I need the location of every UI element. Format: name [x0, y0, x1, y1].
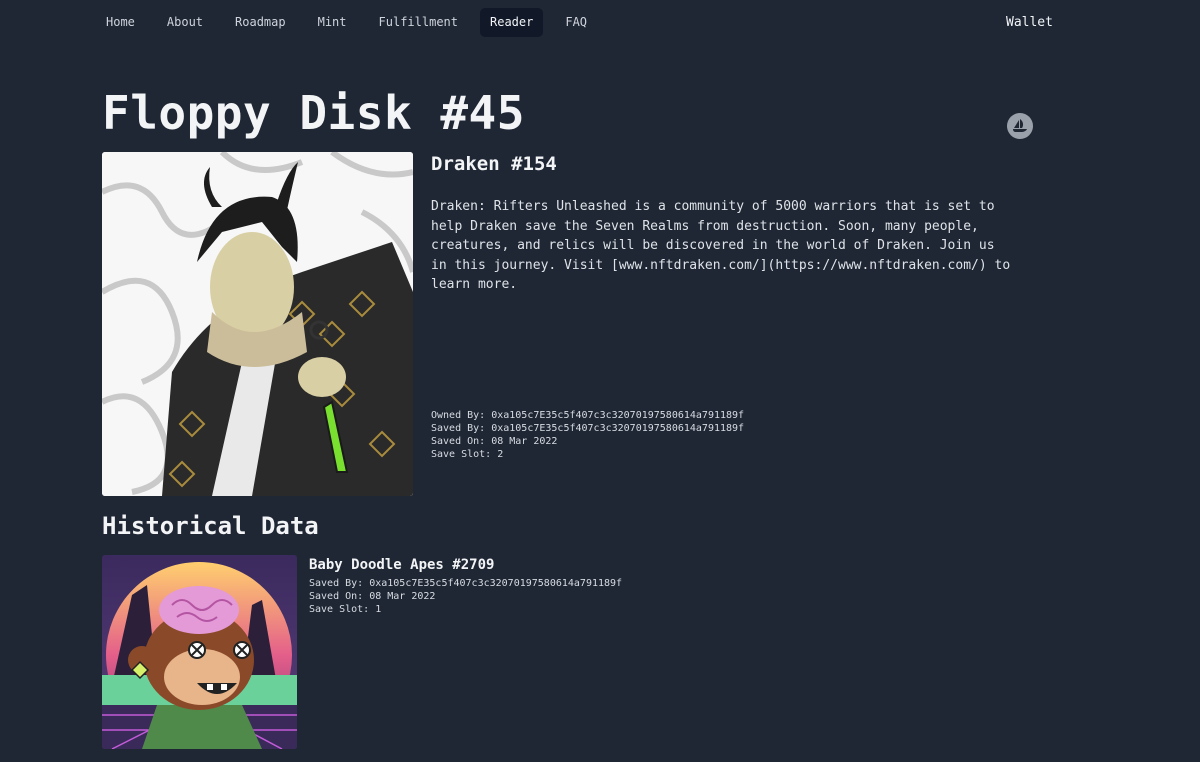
saved-on: Saved On: 08 Mar 2022 — [431, 436, 558, 447]
nft-image — [102, 152, 413, 496]
history-saved-on: Saved On: 08 Mar 2022 — [309, 591, 436, 602]
nft-description: Draken: Rifters Unleashed is a community… — [431, 199, 1011, 292]
nav-about[interactable]: About — [157, 8, 213, 37]
opensea-icon — [1013, 119, 1027, 132]
opensea-button[interactable] — [1007, 113, 1033, 139]
top-nav: Home About Roadmap Mint Fulfillment Read… — [96, 8, 609, 37]
wallet-button[interactable]: Wallet — [1000, 8, 1059, 37]
historical-data-title: Historical Data — [102, 512, 319, 540]
nav-reader[interactable]: Reader — [480, 8, 544, 37]
nft-name: Draken #154 — [431, 153, 557, 175]
owned-by: Owned By: 0xa105c7E35c5f407c3c3207019758… — [431, 410, 745, 421]
history-item-image — [102, 555, 297, 749]
page: Home About Roadmap Mint Fulfillment Read… — [0, 0, 1200, 762]
nav-fulfillment[interactable]: Fulfillment — [369, 8, 468, 37]
save-slot: Save Slot: 2 — [431, 449, 504, 460]
nav-faq[interactable]: FAQ — [555, 8, 597, 37]
history-item-metadata: Saved By: 0xa105c7E35c5f407c3c3207019758… — [309, 577, 622, 616]
history-save-slot: Save Slot: 1 — [309, 604, 382, 615]
nav-mint[interactable]: Mint — [308, 8, 357, 37]
nav-home[interactable]: Home — [96, 8, 145, 37]
saved-by: Saved By: 0xa105c7E35c5f407c3c3207019758… — [431, 423, 745, 434]
nft-metadata: Owned By: 0xa105c7E35c5f407c3c3207019758… — [431, 409, 744, 461]
history-saved-by: Saved By: 0xa105c7E35c5f407c3c3207019758… — [309, 578, 623, 589]
history-item-name: Baby Doodle Apes #2709 — [309, 557, 495, 573]
nav-roadmap[interactable]: Roadmap — [225, 8, 296, 37]
page-title: Floppy Disk #45 — [102, 86, 525, 140]
